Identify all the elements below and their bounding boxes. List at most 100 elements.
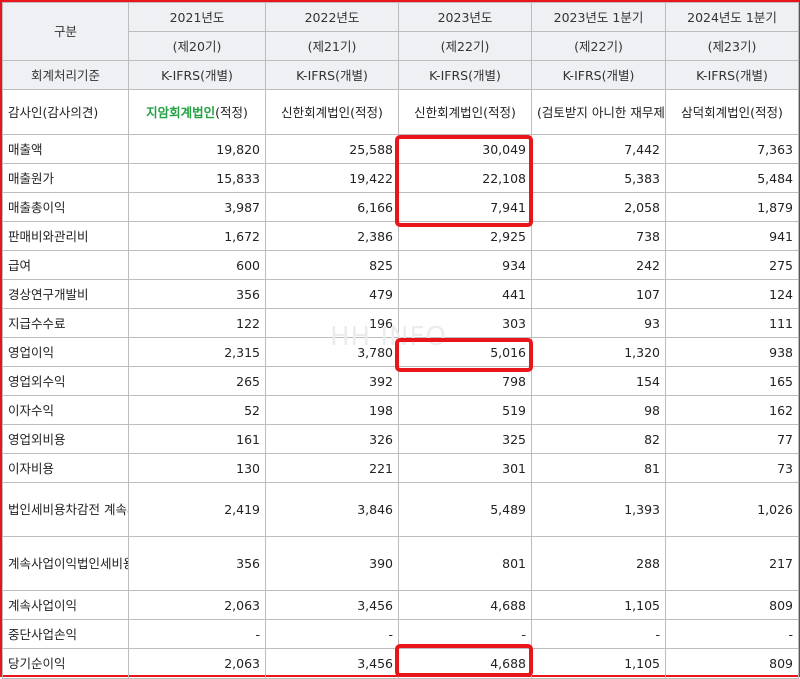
row-label: 영업이익	[2, 337, 129, 367]
period-header-2022: (제21기)	[265, 31, 399, 61]
value-2024-q1: 77	[665, 424, 799, 454]
value-2023-q1: -	[531, 619, 666, 649]
value-2022: 825	[265, 250, 399, 280]
standard-label: 회계처리기준	[2, 60, 129, 90]
value-2021: 130	[128, 453, 266, 483]
row-label: 경상연구개발비	[2, 279, 129, 309]
value-2022: 3,456	[265, 590, 399, 620]
row-label: 영업외비용	[2, 424, 129, 454]
value-2022: 25,588	[265, 134, 399, 164]
row-label: 이자비용	[2, 453, 129, 483]
highlight-box-operating-income	[395, 338, 533, 372]
table-row: 급여 600 825 934 242 275	[2, 250, 799, 280]
value-2021: 600	[128, 250, 266, 280]
year-header-2023: 2023년도	[398, 2, 532, 32]
table-row: 영업외비용 161 326 325 82 77	[2, 424, 799, 454]
value-2021: 15,833	[128, 163, 266, 193]
value-2022: 2,386	[265, 221, 399, 251]
period-header-2023: (제22기)	[398, 31, 532, 61]
auditor-2023: 신한회계법인(적정)	[398, 89, 532, 135]
value-2024-q1: 1,879	[665, 192, 799, 222]
value-2023: 441	[398, 279, 532, 309]
row-label: 판매비와관리비	[2, 221, 129, 251]
value-2024-q1: 5,484	[665, 163, 799, 193]
value-2023: 301	[398, 453, 532, 483]
value-2023: 303	[398, 308, 532, 338]
row-label: 급여	[2, 250, 129, 280]
value-2024-q1: 111	[665, 308, 799, 338]
year-header-2023-q1: 2023년도 1분기	[531, 2, 666, 32]
value-2022: 3,846	[265, 482, 399, 537]
row-label: 이자수익	[2, 395, 129, 425]
value-2023-q1: 154	[531, 366, 666, 396]
row-label: 법인세비용차감전 계속사업이익	[2, 482, 129, 537]
value-2024-q1: 809	[665, 648, 799, 679]
value-2023-q1: 1,320	[531, 337, 666, 367]
year-header-2024-q1: 2024년도 1분기	[665, 2, 799, 32]
value-2023-q1: 738	[531, 221, 666, 251]
value-2023-q1: 93	[531, 308, 666, 338]
value-2024-q1: 217	[665, 536, 799, 591]
value-2023: 519	[398, 395, 532, 425]
value-2023: 801	[398, 536, 532, 591]
value-2024-q1: 275	[665, 250, 799, 280]
highlight-box-gross-profit	[395, 135, 533, 227]
value-2021: 19,820	[128, 134, 266, 164]
value-2022: 390	[265, 536, 399, 591]
value-2022: 6,166	[265, 192, 399, 222]
value-2021: 2,063	[128, 648, 266, 679]
year-header-2022: 2022년도	[265, 2, 399, 32]
auditor-2021-opinion: (적정)	[215, 104, 248, 120]
value-2024-q1: 941	[665, 221, 799, 251]
value-2024-q1: 73	[665, 453, 799, 483]
value-2023-q1: 1,105	[531, 648, 666, 679]
value-2024-q1: 809	[665, 590, 799, 620]
period-header-2021: (제20기)	[128, 31, 266, 61]
table-row: 이자수익 52 198 519 98 162	[2, 395, 799, 425]
auditor-2021-name: 지암회계법인	[146, 104, 216, 120]
value-2022: 196	[265, 308, 399, 338]
row-label: 계속사업이익법인세비용	[2, 536, 129, 591]
period-header-2024-q1: (제23기)	[665, 31, 799, 61]
value-2022: -	[265, 619, 399, 649]
value-2023: 4,688	[398, 590, 532, 620]
year-header-2021: 2021년도	[128, 2, 266, 32]
table-row: 계속사업이익 2,063 3,456 4,688 1,105 809	[2, 590, 799, 620]
standard-2022: K-IFRS(개별)	[265, 60, 399, 90]
value-2021: -	[128, 619, 266, 649]
standard-2021: K-IFRS(개별)	[128, 60, 266, 90]
value-2023: 325	[398, 424, 532, 454]
period-header-2023-q1: (제22기)	[531, 31, 666, 61]
row-label: 당기순이익	[2, 648, 129, 679]
value-2022: 326	[265, 424, 399, 454]
table-row: 지급수수료 122 196 303 93 111	[2, 308, 799, 338]
value-2021: 122	[128, 308, 266, 338]
auditor-2022: 신한회계법인(적정)	[265, 89, 399, 135]
value-2021: 1,672	[128, 221, 266, 251]
value-2023: 5,489	[398, 482, 532, 537]
value-2023-q1: 2,058	[531, 192, 666, 222]
value-2023-q1: 98	[531, 395, 666, 425]
value-2023-q1: 107	[531, 279, 666, 309]
value-2023-q1: 1,393	[531, 482, 666, 537]
value-2021: 356	[128, 536, 266, 591]
value-2021: 2,419	[128, 482, 266, 537]
table-row: 경상연구개발비 356 479 441 107 124	[2, 279, 799, 309]
standard-2023-q1: K-IFRS(개별)	[531, 60, 666, 90]
row-label: 계속사업이익	[2, 590, 129, 620]
table-row: 이자비용 130 221 301 81 73	[2, 453, 799, 483]
value-2024-q1: 165	[665, 366, 799, 396]
value-2022: 221	[265, 453, 399, 483]
value-2023-q1: 7,442	[531, 134, 666, 164]
auditor-2023-q1: (검토받지 아니한 재무제표)	[531, 89, 666, 135]
value-2024-q1: 938	[665, 337, 799, 367]
value-2023-q1: 242	[531, 250, 666, 280]
value-2021: 356	[128, 279, 266, 309]
auditor-label: 감사인(감사의견)	[2, 89, 129, 135]
value-2023-q1: 81	[531, 453, 666, 483]
value-2024-q1: 7,363	[665, 134, 799, 164]
row-label: 매출액	[2, 134, 129, 164]
value-2021: 3,987	[128, 192, 266, 222]
row-label: 중단사업손익	[2, 619, 129, 649]
value-2024-q1: 1,026	[665, 482, 799, 537]
